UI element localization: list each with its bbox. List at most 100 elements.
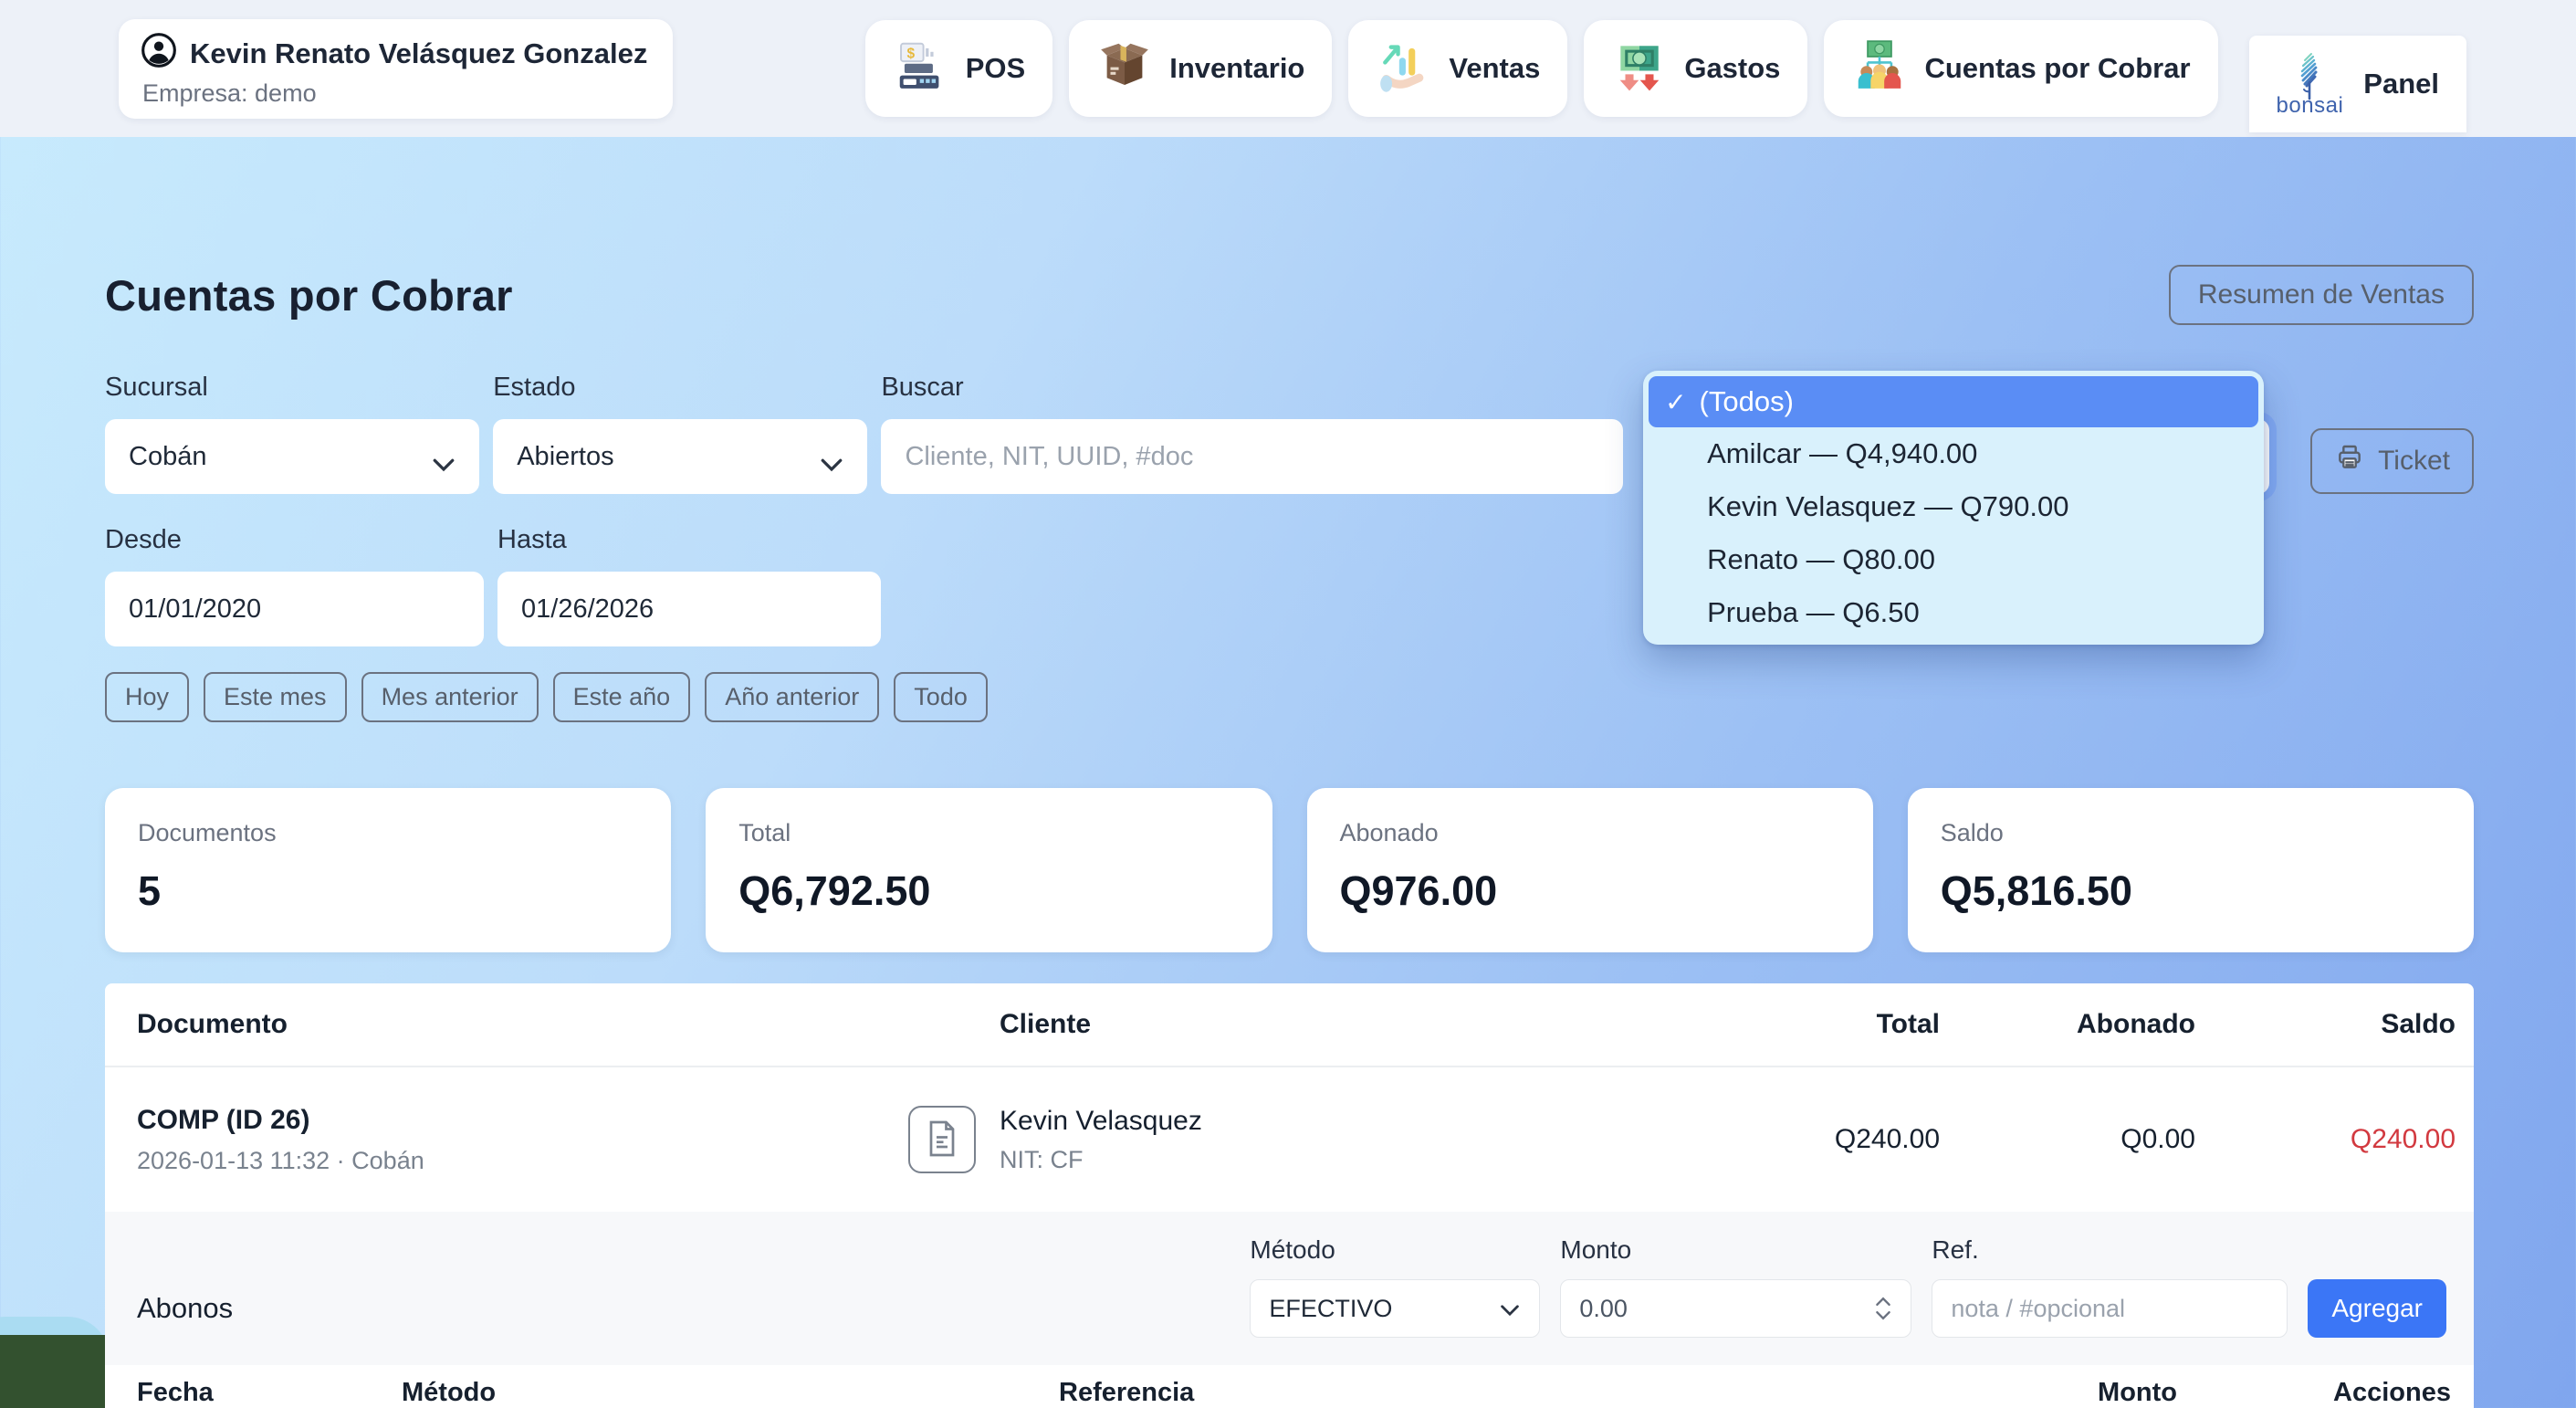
- main-content: Cuentas por Cobrar Resumen de Ventas Suc…: [0, 265, 2576, 1408]
- buscar-input[interactable]: [881, 419, 1623, 494]
- abonos-title: Abonos: [137, 1292, 233, 1325]
- topbar: Kevin Renato Velásquez Gonzalez Empresa:…: [0, 0, 2576, 137]
- box-icon: [1096, 37, 1153, 100]
- nav-inventario-button[interactable]: Inventario: [1069, 20, 1332, 117]
- view-document-button[interactable]: [908, 1106, 976, 1173]
- documents-table-header: Documento Cliente Total Abonado Saldo: [105, 983, 2474, 1067]
- ref-input[interactable]: [1932, 1279, 2288, 1338]
- card-label: Documentos: [138, 819, 638, 847]
- monto-value: 0.00: [1579, 1295, 1628, 1323]
- printer-icon: [2334, 443, 2365, 479]
- sucursal-label: Sucursal: [105, 373, 479, 403]
- quick-range-este-ano[interactable]: Este año: [553, 672, 691, 722]
- card-value: 5: [138, 867, 638, 915]
- table-row: COMP (ID 26) 2026-01-13 11:32 · Cobán Ke…: [105, 1067, 2474, 1212]
- agregar-button[interactable]: Agregar: [2308, 1279, 2446, 1338]
- user-avatar-icon: [141, 32, 177, 76]
- bonsai-logo: bonsai: [2277, 51, 2344, 117]
- money-down-arrows-icon: [1611, 37, 1668, 100]
- abonos-table-header: Fecha Método Referencia Monto Acciones: [105, 1365, 2474, 1408]
- ticket-button-label: Ticket: [2378, 446, 2450, 477]
- ref-label: Ref.: [1932, 1235, 2288, 1265]
- nav-cuentas-por-cobrar-label: Cuentas por Cobrar: [1924, 52, 2190, 85]
- estado-select[interactable]: Abiertos: [493, 419, 867, 494]
- metodo-value: EFECTIVO: [1269, 1295, 1392, 1323]
- document-meta: 2026-01-13 11:32 · Cobán: [137, 1147, 908, 1175]
- cash-register-icon: $: [893, 37, 949, 100]
- monto-input[interactable]: 0.00: [1560, 1279, 1911, 1338]
- header-saldo: Saldo: [2195, 1009, 2456, 1040]
- header-metodo: Método: [402, 1378, 1059, 1408]
- bonsai-brand-text: bonsai: [2277, 95, 2344, 117]
- document-title: COMP (ID 26): [137, 1105, 908, 1136]
- header-abonado: Abonado: [1940, 1009, 2195, 1040]
- card-abonado: Abonado Q976.00: [1307, 788, 1873, 952]
- estado-label: Estado: [493, 373, 867, 403]
- dropdown-option[interactable]: Renato — Q80.00: [1649, 533, 2258, 586]
- number-stepper-icon[interactable]: [1874, 1297, 1892, 1320]
- dropdown-option[interactable]: Kevin Velasquez — Q790.00: [1649, 480, 2258, 533]
- card-value: Q6,792.50: [738, 867, 1239, 915]
- estado-value: Abiertos: [517, 442, 613, 472]
- quick-range-mes-anterior[interactable]: Mes anterior: [361, 672, 539, 722]
- row-saldo: Q240.00: [2195, 1124, 2456, 1155]
- sucursal-select[interactable]: Cobán: [105, 419, 479, 494]
- quick-range-buttons: Hoy Este mes Mes anterior Este año Año a…: [105, 672, 2474, 722]
- nav-panel-label: Panel: [2363, 68, 2439, 100]
- ticket-button[interactable]: Ticket: [2310, 428, 2474, 494]
- document-icon: [926, 1119, 958, 1161]
- nav-pos-label: POS: [966, 52, 1025, 85]
- hasta-date-input[interactable]: [497, 572, 881, 646]
- client-name: Kevin Velasquez: [1000, 1106, 1202, 1137]
- header-acciones: Acciones: [2177, 1378, 2451, 1408]
- nav-pos-button[interactable]: $ POS: [865, 20, 1052, 117]
- documents-panel: Documento Cliente Total Abonado Saldo CO…: [105, 983, 2474, 1408]
- sales-hand-chart-icon: [1376, 37, 1432, 100]
- hasta-label: Hasta: [497, 525, 881, 555]
- resumen-de-ventas-button[interactable]: Resumen de Ventas: [2169, 265, 2474, 325]
- ticket-label-spacer: [2310, 382, 2474, 412]
- chevron-down-icon: [432, 449, 456, 464]
- dropdown-option[interactable]: Amilcar — Q4,940.00: [1649, 427, 2258, 480]
- user-name: Kevin Renato Velásquez Gonzalez: [190, 37, 647, 70]
- card-total: Total Q6,792.50: [706, 788, 1272, 952]
- check-icon: ✓: [1665, 387, 1686, 417]
- abonos-section: Abonos Método EFECTIVO Monto 0.00: [105, 1212, 2474, 1365]
- dropdown-option[interactable]: Prueba — Q6.50: [1649, 586, 2258, 639]
- chevron-down-icon: [1499, 1295, 1521, 1323]
- header-total: Total: [1712, 1009, 1940, 1040]
- desde-label: Desde: [105, 525, 484, 555]
- quick-range-hoy[interactable]: Hoy: [105, 672, 189, 722]
- money-people-icon: [1851, 37, 1908, 100]
- nav-panel-button[interactable]: bonsai Panel: [2249, 36, 2466, 132]
- row-total: Q240.00: [1712, 1124, 1940, 1155]
- desde-date-input[interactable]: [105, 572, 484, 646]
- cliente-con-saldo-dropdown: ✓ (Todos) Amilcar — Q4,940.00 Kevin Vela…: [1643, 371, 2264, 645]
- card-value: Q976.00: [1340, 867, 1840, 915]
- metodo-select[interactable]: EFECTIVO: [1250, 1279, 1540, 1338]
- nav-cuentas-por-cobrar-button[interactable]: Cuentas por Cobrar: [1824, 20, 2217, 117]
- header-monto: Monto: [1940, 1378, 2177, 1408]
- user-chip[interactable]: Kevin Renato Velásquez Gonzalez Empresa:…: [119, 19, 673, 119]
- nav-ventas-button[interactable]: Ventas: [1348, 20, 1567, 117]
- header-cliente: Cliente: [908, 1009, 1712, 1040]
- quick-range-todo[interactable]: Todo: [894, 672, 988, 722]
- dropdown-option-todos[interactable]: ✓ (Todos): [1649, 376, 2258, 427]
- sucursal-value: Cobán: [129, 442, 206, 472]
- quick-range-ano-anterior[interactable]: Año anterior: [705, 672, 879, 722]
- nav-ventas-label: Ventas: [1449, 52, 1540, 85]
- nav-gastos-button[interactable]: Gastos: [1584, 20, 1807, 117]
- filters-section: Sucursal Cobán Estado Abiertos Buscar Cl…: [105, 373, 2474, 722]
- quick-range-este-mes[interactable]: Este mes: [204, 672, 347, 722]
- card-label: Saldo: [1941, 819, 2441, 847]
- card-documentos: Documentos 5: [105, 788, 671, 952]
- chevron-down-icon: [820, 449, 843, 464]
- client-nit: NIT: CF: [1000, 1146, 1202, 1174]
- page-title: Cuentas por Cobrar: [105, 270, 513, 320]
- buscar-label: Buscar: [881, 373, 1623, 403]
- user-company: Empresa: demo: [142, 79, 647, 108]
- header-referencia: Referencia: [1059, 1378, 1940, 1408]
- metodo-label: Método: [1250, 1235, 1540, 1265]
- card-label: Total: [738, 819, 1239, 847]
- nav-gastos-label: Gastos: [1684, 52, 1780, 85]
